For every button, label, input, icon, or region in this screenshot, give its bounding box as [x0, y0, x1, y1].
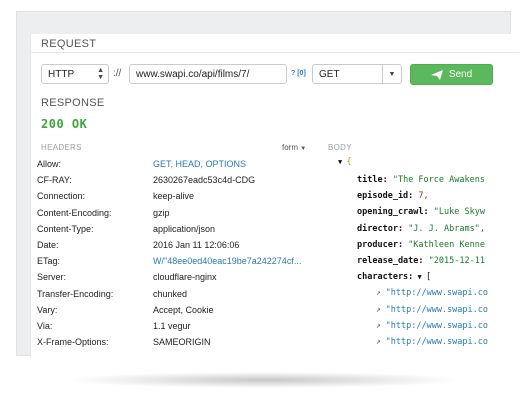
header-key: Date:: [37, 240, 59, 250]
header-value: 2630267eadc53c4d-CDG: [153, 175, 256, 186]
method-select[interactable]: GET ▼: [312, 64, 402, 84]
json-value: "The Force Awakens: [392, 175, 485, 185]
character-url-link[interactable]: "http://www.swapi.co: [386, 337, 488, 347]
json-key: release_date:: [357, 256, 424, 266]
header-key: Transfer-Encoding:: [37, 288, 114, 299]
header-key: CF-RAY:: [37, 175, 72, 186]
header-row: Content-Encoding: gzip: [37, 208, 297, 224]
header-row: Transfer-Encoding: chunked: [37, 289, 297, 305]
header-key: Vary:: [37, 304, 58, 315]
header-value: gzip: [153, 207, 170, 218]
character-url-link[interactable]: "http://www.swapi.co: [386, 321, 488, 331]
character-url-link[interactable]: "http://www.swapi.co: [386, 305, 488, 315]
send-button-label: Send: [448, 69, 473, 80]
json-array-item: ↗ "http://www.swapi.co: [376, 288, 488, 298]
header-value: keep-alive: [153, 191, 195, 202]
select-arrows-icon: ▲ ▼: [97, 67, 104, 81]
json-value: "Kathleen Kenne: [408, 239, 485, 250]
json-value: "Luke Skyw: [433, 207, 485, 218]
header-row: X-Frame-Options: SAMEORIGIN: [37, 337, 297, 353]
body-label: BODY: [328, 143, 352, 152]
protocol-value: HTTP: [48, 68, 75, 80]
external-link-icon[interactable]: ↗: [376, 321, 386, 330]
header-row: Vary: Accept, Cookie: [37, 305, 297, 321]
json-field: director: "J. J. Abrams",: [357, 224, 485, 234]
caret-down-icon: ▼: [382, 65, 401, 83]
json-field: title: "The Force Awakens: [357, 175, 485, 185]
json-key: characters:: [357, 272, 414, 283]
response-section-label: RESPONSE: [41, 97, 105, 109]
header-row: Date: 2016 Jan 11 12:06:06: [37, 240, 297, 256]
json-field: release_date: "2015-12-11: [357, 256, 485, 266]
external-link-icon[interactable]: ↗: [376, 288, 386, 297]
header-key: Via:: [37, 321, 53, 331]
method-value: GET: [319, 69, 340, 80]
request-divider: [31, 52, 519, 53]
header-key: Content-Encoding:: [37, 207, 112, 218]
json-root-open: ▼ {: [338, 157, 352, 167]
header-value: 2016 Jan 11 12:06:06: [153, 240, 240, 250]
header-row: Via: 1.1 vegur: [37, 321, 297, 337]
header-key: Allow:: [37, 159, 62, 169]
json-field: opening_crawl: "Luke Skyw: [357, 207, 485, 217]
json-field-characters: characters: ▼ [: [357, 272, 431, 282]
header-row: Allow: GET, HEAD, OPTIONS: [37, 159, 297, 175]
header-value: 1.1 vegur: [153, 321, 191, 331]
header-value[interactable]: W/"48ee0ed40eac19be7a242274cf...: [153, 256, 301, 266]
url-params-link[interactable]: ? [0]: [291, 70, 306, 77]
external-link-icon[interactable]: ↗: [376, 337, 386, 346]
form-toggle-label: form: [282, 143, 298, 152]
header-key: Server:: [37, 272, 67, 283]
header-value: chunked: [153, 288, 188, 299]
character-url-link[interactable]: "http://www.swapi.co: [386, 288, 488, 298]
headers-label: HEADERS: [41, 143, 82, 152]
header-row: CF-RAY: 2630267eadc53c4d-CDG: [37, 175, 297, 191]
url-value: www.swapi.co/api/films/7/: [136, 68, 250, 80]
json-open-bracket: [: [425, 272, 432, 283]
header-key: Connection:: [37, 191, 86, 202]
header-value: SAMEORIGIN: [153, 337, 211, 348]
json-key: opening_crawl:: [357, 207, 429, 218]
json-open-brace: {: [346, 157, 352, 167]
http-client-panel: REQUEST HTTP ▲ ▼ :// www.swapi.co/api/fil…: [30, 34, 519, 357]
send-button[interactable]: Send: [410, 64, 493, 85]
header-key: X-Frame-Options:: [37, 337, 109, 348]
header-row: Server: cloudflare-nginx: [37, 272, 297, 288]
json-key: episode_id:: [357, 191, 414, 202]
header-row: Connection: keep-alive: [37, 191, 297, 207]
url-input[interactable]: www.swapi.co/api/films/7/: [129, 64, 287, 84]
header-value: cloudflare-nginx: [153, 272, 217, 283]
json-array-item: ↗ "http://www.swapi.co: [376, 337, 488, 347]
json-value: 7,: [418, 191, 429, 202]
app-frame: REQUEST HTTP ▲ ▼ :// www.swapi.co/api/fil…: [16, 11, 519, 357]
collapse-toggle-icon[interactable]: ▼: [413, 273, 426, 281]
json-field: producer: "Kathleen Kenne: [357, 240, 485, 250]
header-key: Content-Type:: [37, 223, 94, 234]
url-separator: ://: [113, 68, 122, 79]
header-value[interactable]: GET, HEAD, OPTIONS: [153, 159, 246, 169]
status-code: 200 OK: [41, 117, 88, 131]
header-row: Content-Type: application/json: [37, 224, 297, 240]
json-value: "2015-12-11: [428, 256, 485, 266]
json-key: director:: [357, 223, 404, 234]
paper-plane-icon: [430, 69, 443, 80]
json-value: "J. J. Abrams",: [408, 223, 485, 234]
header-key: ETag:: [37, 256, 61, 267]
form-toggle[interactable]: form ▼: [282, 143, 306, 152]
json-array-item: ↗ "http://www.swapi.co: [376, 305, 488, 315]
json-array-item: ↗ "http://www.swapi.co: [376, 321, 488, 331]
caret-down-icon: ▼: [300, 146, 307, 152]
json-key: producer:: [357, 239, 404, 250]
external-link-icon[interactable]: ↗: [376, 305, 386, 314]
protocol-select[interactable]: HTTP ▲ ▼: [41, 64, 109, 84]
header-value: application/json: [153, 223, 216, 234]
header-value: Accept, Cookie: [153, 304, 214, 315]
request-section-label: REQUEST: [41, 38, 97, 50]
json-field: episode_id: 7,: [357, 191, 429, 201]
json-key: title:: [357, 175, 388, 185]
header-row: ETag: W/"48ee0ed40eac19be7a242274cf...: [37, 256, 301, 272]
frame-shadow: [70, 372, 460, 388]
